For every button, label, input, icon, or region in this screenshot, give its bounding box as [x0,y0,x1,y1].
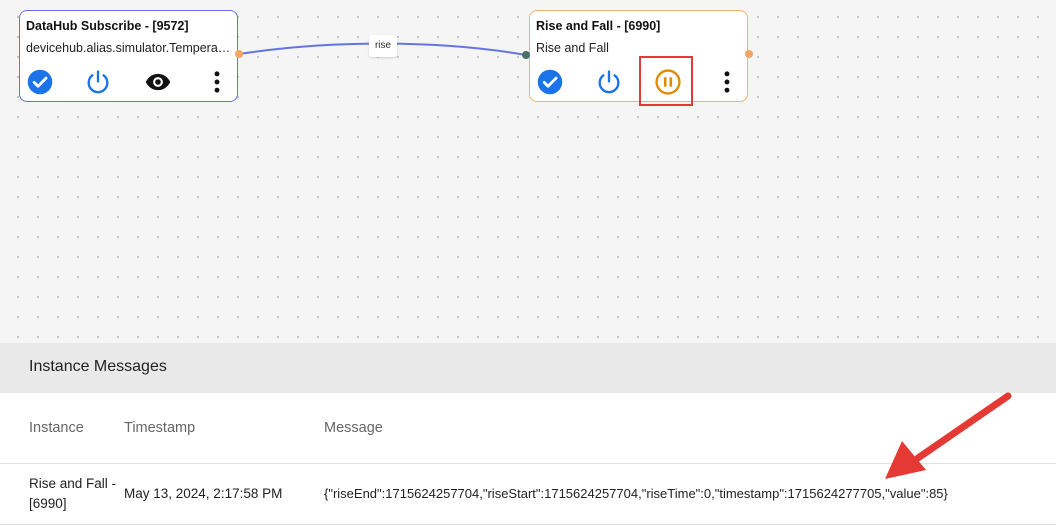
edge-label[interactable]: rise [369,35,397,57]
node-datahub-subscribe[interactable]: DataHub Subscribe - [9572] devicehub.ali… [19,10,238,102]
check-circle-icon[interactable] [536,68,564,96]
column-header-instance: Instance [29,420,84,436]
node-title: Rise and Fall - [6990] [536,19,661,33]
node-subtitle: Rise and Fall [536,41,609,55]
power-icon[interactable] [84,68,112,96]
highlight-box [639,56,693,106]
table-row[interactable]: Rise and Fall - [6990] May 13, 2024, 2:1… [0,464,1056,525]
table-header: Instance Timestamp Message [0,393,1056,464]
panel-title: Instance Messages [29,358,167,375]
column-header-message: Message [324,420,383,436]
eye-icon[interactable] [144,68,172,96]
column-header-timestamp: Timestamp [124,420,196,436]
cell-instance: Rise and Fall - [6990] [29,476,117,511]
check-circle-icon[interactable] [26,68,54,96]
more-vert-icon[interactable] [203,68,231,96]
power-icon[interactable] [595,68,623,96]
input-port[interactable] [522,51,530,59]
node-subtitle: devicehub.alias.simulator.TemperatureSen… [26,41,231,55]
cell-message: {"riseEnd":1715624257704,"riseStart":171… [324,486,948,501]
output-port[interactable] [235,50,243,58]
cell-timestamp: May 13, 2024, 2:17:58 PM [124,486,283,501]
panel-header: Instance Messages [0,343,1056,393]
node-title: DataHub Subscribe - [9572] [26,19,189,33]
output-port[interactable] [745,50,753,58]
more-vert-icon[interactable] [713,68,741,96]
